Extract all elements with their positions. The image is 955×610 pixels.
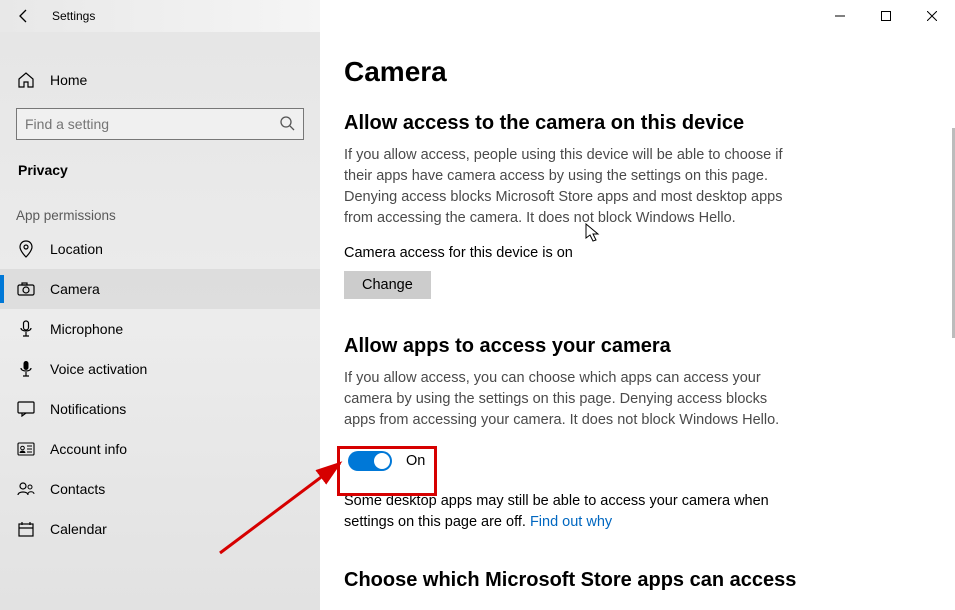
home-icon: [16, 70, 36, 90]
section3-heading: Choose which Microsoft Store apps can ac…: [344, 569, 915, 592]
window-title: Settings: [52, 9, 95, 23]
sidebar-item-label: Location: [50, 241, 103, 257]
location-icon: [16, 239, 36, 259]
contacts-icon: [16, 479, 36, 499]
account-icon: [16, 439, 36, 459]
sidebar-item-label: Account info: [50, 441, 127, 457]
section2-desc: If you allow access, you can choose whic…: [344, 368, 784, 431]
voice-icon: [16, 359, 36, 379]
device-access-status: Camera access for this device is on: [344, 245, 915, 261]
home-label: Home: [50, 72, 87, 88]
sidebar-item-label: Microphone: [50, 321, 123, 337]
sidebar-item-voice-activation[interactable]: Voice activation: [0, 349, 320, 389]
titlebar: Settings: [0, 0, 955, 32]
page-title: Camera: [344, 56, 915, 88]
section1-heading: Allow access to the camera on this devic…: [344, 112, 915, 135]
content-area: Camera Allow access to the camera on thi…: [320, 32, 955, 610]
sidebar-item-camera[interactable]: Camera: [0, 269, 320, 309]
sidebar-item-label: Notifications: [50, 401, 126, 417]
notifications-icon: [16, 399, 36, 419]
sidebar-item-label: Camera: [50, 281, 100, 297]
find-out-why-link[interactable]: Find out why: [530, 514, 612, 530]
change-button[interactable]: Change: [344, 271, 431, 299]
annotation-highlight-box: [337, 446, 437, 496]
sidebar-item-label: Voice activation: [50, 361, 147, 377]
sidebar-item-contacts[interactable]: Contacts: [0, 469, 320, 509]
maximize-button[interactable]: [863, 0, 909, 32]
search-input[interactable]: [16, 108, 304, 140]
camera-icon: [16, 279, 36, 299]
sidebar: Home Privacy App permissions Location Ca…: [0, 32, 320, 610]
search-icon: [279, 115, 295, 134]
desktop-apps-note: Some desktop apps may still be able to a…: [344, 491, 784, 533]
minimize-button[interactable]: [817, 0, 863, 32]
group-label: App permissions: [0, 202, 320, 229]
sidebar-item-label: Contacts: [50, 481, 105, 497]
sidebar-item-label: Calendar: [50, 521, 107, 537]
section1-desc: If you allow access, people using this d…: [344, 145, 784, 229]
back-button[interactable]: [0, 0, 48, 32]
sidebar-item-microphone[interactable]: Microphone: [0, 309, 320, 349]
category-label: Privacy: [0, 152, 320, 202]
sidebar-item-account-info[interactable]: Account info: [0, 429, 320, 469]
close-button[interactable]: [909, 0, 955, 32]
sidebar-item-calendar[interactable]: Calendar: [0, 509, 320, 549]
section2-heading: Allow apps to access your camera: [344, 335, 915, 358]
search-field[interactable]: [25, 116, 279, 132]
calendar-icon: [16, 519, 36, 539]
sidebar-item-notifications[interactable]: Notifications: [0, 389, 320, 429]
home-nav[interactable]: Home: [0, 60, 320, 100]
sidebar-item-location[interactable]: Location: [0, 229, 320, 269]
microphone-icon: [16, 319, 36, 339]
